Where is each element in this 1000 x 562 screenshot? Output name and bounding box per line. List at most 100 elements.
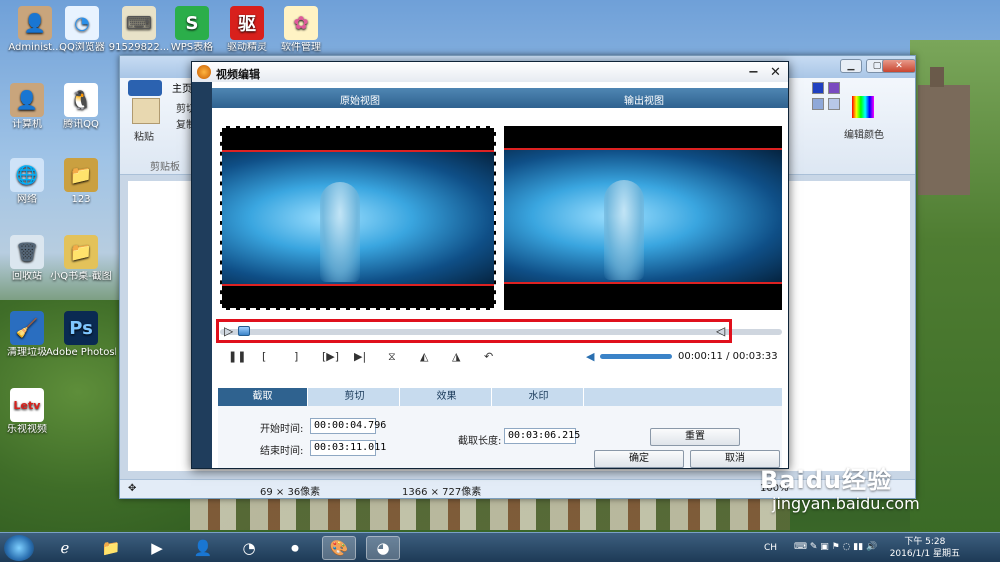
canvas-size: 1366 × 727像素 [402, 487, 482, 498]
selection-size: 69 × 36像素 [260, 487, 321, 498]
tab-watermark[interactable]: 水印 [494, 388, 584, 406]
desktop-icon-folder-123[interactable]: 📁 123 [46, 158, 116, 206]
end-time-label: 结束时间: [260, 446, 304, 457]
driver-genius-icon: 驱 [230, 6, 264, 40]
letv-icon: Letv [10, 388, 44, 422]
computer-icon: 👤 [10, 83, 44, 117]
volume-icon[interactable]: ◀ [586, 350, 594, 363]
explorer-icon[interactable]: 📁 [94, 536, 128, 560]
dialog-close-icon[interactable]: ✕ [770, 65, 781, 80]
tray-icons[interactable]: ⌨ ✎ ▣ ⚑ ◌ ▮▮ 🔊 [794, 542, 877, 552]
video-subject [319, 182, 360, 282]
watermark-brand: Baidu经验 [760, 466, 892, 494]
time-separator: / [722, 351, 733, 362]
dialog-minimize-icon[interactable]: − [748, 65, 759, 80]
start-button[interactable] [4, 535, 34, 561]
network-globe-icon: 🌐 [10, 158, 44, 192]
clipboard-group-label: 剪贴板 [150, 162, 180, 173]
total-time: 00:03:33 [732, 351, 778, 362]
folder-icon: 📁 [64, 235, 98, 269]
recycle-bin-icon: 🗑 [10, 235, 44, 269]
trim-length-field[interactable]: 00:03:06.215 [504, 428, 580, 444]
system-tray: CH ⌨ ✎ ▣ ⚑ ◌ ▮▮ 🔊 下午 5:28 2016/1/1 星期五 [760, 533, 1000, 562]
language-indicator[interactable]: CH [764, 543, 777, 553]
undo-icon[interactable]: ↶ [484, 350, 493, 363]
original-view-label: 原始视图 [340, 96, 380, 107]
end-time-field[interactable]: 00:03:11.011 [310, 440, 386, 456]
ok-button[interactable]: 确定 [594, 450, 684, 468]
paste-label[interactable]: 粘贴 [134, 128, 154, 143]
color-swatch[interactable] [828, 98, 840, 110]
folder-icon: 📁 [64, 158, 98, 192]
color-swatch[interactable] [812, 82, 824, 94]
video-frame [504, 148, 782, 284]
file-menu-button[interactable] [128, 80, 162, 96]
paste-icon[interactable] [132, 98, 160, 124]
edit-colors-label[interactable]: 编辑颜色 [844, 126, 884, 141]
qq-browser-icon: ◔ [65, 6, 99, 40]
qq-browser-taskbar-icon[interactable]: ◔ [232, 536, 266, 560]
tab-trim[interactable]: 截取 [218, 388, 308, 406]
desktop-icon-photoshop[interactable]: PsAdobe Photosh... [46, 311, 116, 359]
split-icon[interactable]: ⧖ [388, 350, 396, 364]
software-manager-icon: ✿ [284, 6, 318, 40]
step-icon[interactable]: ▶| [354, 350, 366, 363]
desktop-icon-qq[interactable]: 🐧 腾讯QQ [46, 83, 116, 131]
video-frame [222, 150, 494, 286]
taskbar: ℯ 📁 ▶ 👤 ◔ ⏺ 🎨 ◕ CH ⌨ ✎ ▣ ⚑ ◌ ▮▮ 🔊 下午 5:2… [0, 532, 1000, 562]
current-time: 00:00:11 [678, 351, 723, 362]
photoshop-icon: Ps [64, 311, 98, 345]
edit-colors-icon[interactable] [852, 96, 874, 118]
video-subject [604, 180, 645, 280]
volume-slider[interactable] [600, 354, 672, 359]
time-readout: 00:00:11 / 00:03:33 [678, 351, 778, 362]
keyboard-icon: ⌨ [122, 6, 156, 40]
rotate-left-icon[interactable]: ◭ [420, 350, 428, 363]
start-time-field[interactable]: 00:00:04.796 [310, 418, 386, 434]
dialog-title: 视频编辑 [216, 68, 260, 81]
watermark-url: jingyan.baidu.com [772, 494, 920, 513]
tab-home[interactable]: 主页 [172, 80, 192, 95]
video-app-icon[interactable]: ⏺ [278, 536, 312, 560]
dialog-titlebar[interactable]: 视频编辑 − ✕ [192, 62, 788, 82]
desktop-icon-screenshots[interactable]: 📁 小Q书桌-截图 [46, 235, 116, 283]
color-swatch[interactable] [828, 82, 840, 94]
desktop-icon-software[interactable]: ✿ 软件管理 [266, 6, 336, 54]
minimize-button[interactable]: ▁ [840, 59, 862, 73]
media-player-icon[interactable]: ▶ [140, 536, 174, 560]
playback-controls: ❚❚ [ ] [▶] ▶| ⧖ ◭ ◮ ↶ ◀ 00:00:11 / 00:03… [212, 348, 788, 368]
video-editor-taskbar-icon[interactable]: ◕ [366, 536, 400, 560]
rotate-right-icon[interactable]: ◮ [452, 350, 460, 363]
output-view-label: 输出视图 [624, 96, 664, 107]
edit-tabs: 截取 剪切 效果 水印 [218, 388, 782, 406]
photo-app-icon[interactable]: 👤 [186, 536, 220, 560]
desktop-icon-letv[interactable]: Letv 乐视视频 [0, 388, 62, 436]
mark-in-icon[interactable]: [ [262, 350, 266, 363]
view-header: 原始视图 输出视图 [212, 88, 788, 108]
close-button[interactable]: ✕ [882, 59, 916, 73]
baidu-watermark: Baidu经验 jingyan.baidu.com [760, 460, 920, 513]
broom-icon: 🧹 [10, 311, 44, 345]
app-logo-icon [197, 65, 211, 79]
tab-effects[interactable]: 效果 [402, 388, 492, 406]
reset-button[interactable]: 重置 [650, 428, 740, 446]
start-time-label: 开始时间: [260, 424, 304, 435]
selection-highlight [216, 319, 732, 343]
pause-icon[interactable]: ❚❚ [228, 350, 246, 363]
move-icon: ✥ [128, 483, 137, 494]
ie-icon[interactable]: ℯ [48, 536, 82, 560]
clock-date: 2016/1/1 星期五 [889, 549, 960, 559]
dialog-body: 原始视图 输出视图 ▷ ◁ ❚❚ [ ] [▶] ▶| ⧖ ◭ ◮ ↶ ◀ 00… [212, 82, 788, 468]
qq-penguin-icon: 🐧 [64, 83, 98, 117]
paint-taskbar-icon[interactable]: 🎨 [322, 536, 356, 560]
wallpaper-castle [918, 67, 970, 195]
color-swatch[interactable] [812, 98, 824, 110]
trim-length-label: 截取长度: [458, 436, 502, 447]
tab-cut[interactable]: 剪切 [310, 388, 400, 406]
original-video-preview[interactable] [220, 126, 496, 310]
wps-spreadsheet-icon: S [175, 6, 209, 40]
clock[interactable]: 下午 5:28 2016/1/1 星期五 [890, 536, 960, 560]
output-video-preview [504, 126, 782, 310]
mark-out-icon[interactable]: ] [294, 350, 298, 363]
play-selection-icon[interactable]: [▶] [322, 350, 339, 363]
